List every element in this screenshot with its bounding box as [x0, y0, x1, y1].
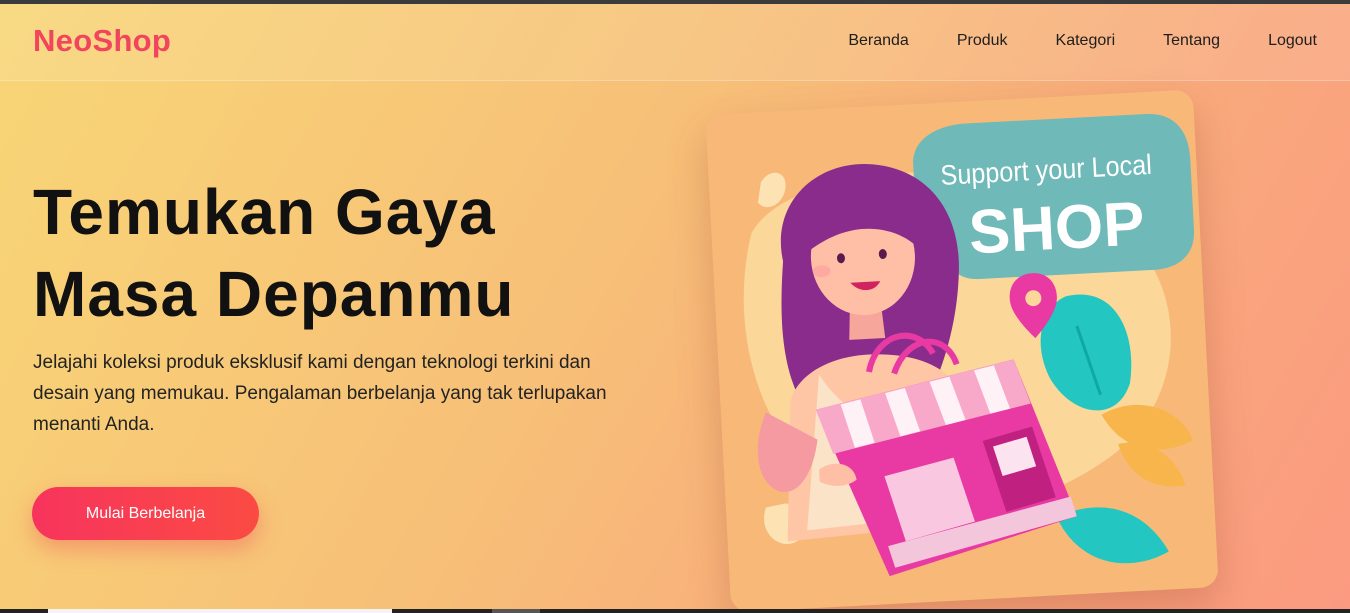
hero-title-line-1: Temukan Gaya — [33, 176, 496, 248]
scrollbar-track[interactable] — [48, 609, 392, 613]
decor-drop — [757, 172, 786, 207]
navbar: NeoShop Beranda Produk Kategori Tentang … — [0, 4, 1350, 81]
scrollbar-thumb[interactable] — [492, 609, 540, 613]
landing-page: NeoShop Beranda Produk Kategori Tentang … — [0, 4, 1350, 609]
bubble-text-line-2: SHOP — [967, 189, 1146, 267]
shopping-woman-illustration: Support your Local SHOP — [743, 114, 1194, 577]
nav-link-produk[interactable]: Produk — [957, 32, 1008, 50]
start-shopping-button[interactable]: Mulai Berbelanja — [32, 487, 259, 540]
hero-illustration: Support your Local SHOP — [705, 89, 1219, 609]
brand-logo[interactable]: NeoShop — [33, 23, 171, 59]
hero-title: Temukan Gaya Masa Depanmu — [33, 171, 653, 335]
nav-link-beranda[interactable]: Beranda — [848, 32, 909, 50]
main-nav: Beranda Produk Kategori Tentang Logout — [800, 32, 1317, 50]
nav-link-logout[interactable]: Logout — [1268, 32, 1317, 50]
window-bottom-edge — [0, 609, 1350, 613]
nav-link-tentang[interactable]: Tentang — [1163, 32, 1220, 50]
nav-link-kategori[interactable]: Kategori — [1056, 32, 1116, 50]
hero-description: Jelajahi koleksi produk eksklusif kami d… — [33, 352, 607, 435]
hero-title-line-2: Masa Depanmu — [33, 258, 515, 330]
